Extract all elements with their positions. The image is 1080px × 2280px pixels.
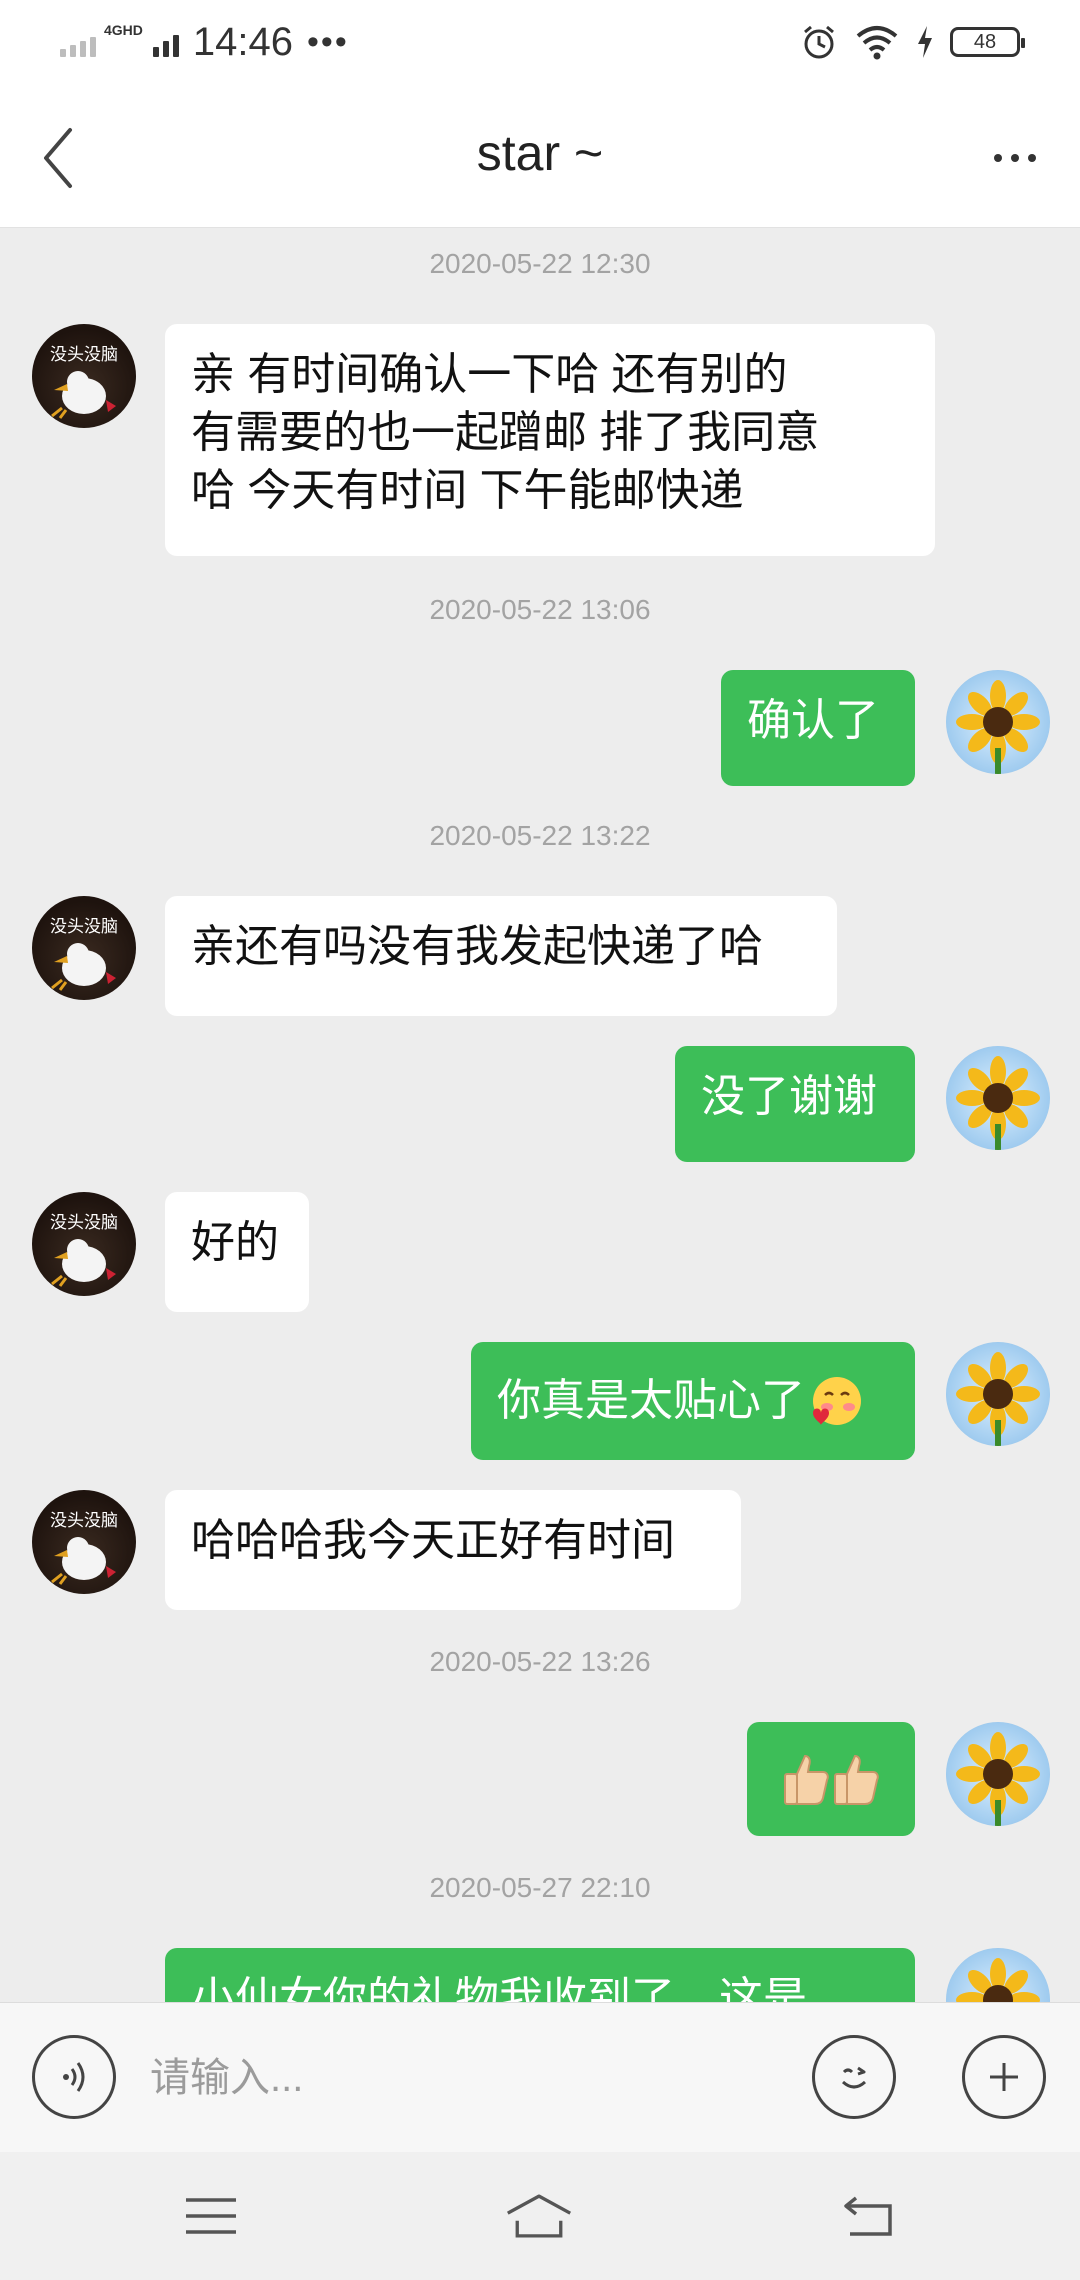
message-line: 哈 今天有时间 下午能邮快递 xyxy=(191,466,744,515)
return-icon xyxy=(844,2196,892,2236)
incoming-message[interactable]: 哈哈哈我今天正好有时间 xyxy=(165,1490,741,1610)
incoming-message[interactable]: 亲还有吗没有我发起快递了哈 xyxy=(165,896,837,1016)
blush-heart-emoji-icon xyxy=(813,1377,861,1425)
duck-avatar-icon xyxy=(51,371,116,419)
message-text: 你真是太贴心了 xyxy=(497,1376,805,1425)
more-dot-icon xyxy=(1011,154,1019,162)
menu-icon xyxy=(186,2198,236,2234)
sunflower-avatar-icon xyxy=(956,1056,1040,1150)
message-line: 亲 有时间确认一下哈 还有别的 xyxy=(191,350,788,399)
status-bar: 4GHD 14:46 ••• 48 xyxy=(0,0,1080,84)
duck-avatar-icon xyxy=(51,1537,116,1585)
timestamp: 2020-05-27 22:10 xyxy=(429,1872,651,1903)
my-avatar[interactable] xyxy=(946,1342,1050,1446)
contact-avatar[interactable]: 没头没脑 xyxy=(32,1192,136,1296)
outgoing-message[interactable]: 你真是太贴心了 xyxy=(471,1342,915,1460)
my-avatar[interactable] xyxy=(946,1046,1050,1150)
my-avatar[interactable] xyxy=(946,1722,1050,1826)
home-icon xyxy=(506,2194,572,2238)
timestamp: 2020-05-22 13:06 xyxy=(429,594,651,625)
wifi-icon xyxy=(856,26,898,60)
battery-icon: 48 xyxy=(950,27,1025,57)
voice-icon xyxy=(63,2062,85,2092)
thumbs-up-emoji-icon xyxy=(834,1754,879,1805)
nav-back-button[interactable] xyxy=(834,2186,904,2246)
message-list[interactable]: 2020-05-22 12:30 没头没脑 亲 有时间确认一下哈 还有别的 有需… xyxy=(0,228,1080,2002)
timestamp: 2020-05-22 13:22 xyxy=(429,820,651,851)
add-button[interactable] xyxy=(962,2035,1046,2119)
thumbs-up-emoji-icon xyxy=(784,1754,829,1805)
smiley-icon xyxy=(841,2066,867,2089)
nav-home-button[interactable] xyxy=(504,2186,574,2246)
sunflower-avatar-icon xyxy=(956,680,1040,774)
contact-avatar[interactable]: 没头没脑 xyxy=(32,324,136,428)
contact-avatar[interactable]: 没头没脑 xyxy=(32,1490,136,1594)
sunflower-avatar-icon xyxy=(956,1352,1040,1446)
composer-bar xyxy=(0,2002,1080,2152)
my-avatar[interactable] xyxy=(946,670,1050,774)
system-nav-bar xyxy=(0,2152,1080,2280)
emoji-button[interactable] xyxy=(812,2035,896,2119)
my-avatar[interactable] xyxy=(946,1948,1050,2002)
incoming-message[interactable]: 亲 有时间确认一下哈 还有别的 有需要的也一起蹭邮 排了我同意 哈 今天有时间 … xyxy=(165,324,935,556)
outgoing-message[interactable]: 确认了 xyxy=(721,670,915,786)
charging-icon xyxy=(918,26,932,58)
network-type: 4GHD xyxy=(104,22,143,38)
signal-2-icon xyxy=(152,27,179,57)
plus-icon xyxy=(990,2063,1018,2091)
page-title: star ~ xyxy=(476,125,604,181)
alarm-icon xyxy=(804,25,834,59)
notification-more: ••• xyxy=(307,22,349,61)
clock: 14:46 xyxy=(192,19,294,64)
timestamp: 2020-05-22 13:26 xyxy=(429,1646,651,1677)
message-input[interactable] xyxy=(150,2043,770,2113)
incoming-message[interactable]: 好的 xyxy=(165,1192,309,1312)
outgoing-message[interactable]: 没了谢谢 xyxy=(675,1046,915,1162)
outgoing-message[interactable] xyxy=(747,1722,915,1836)
signal-1-icon xyxy=(60,27,96,57)
sunflower-avatar-icon xyxy=(956,1958,1040,2002)
contact-avatar[interactable]: 没头没脑 xyxy=(32,896,136,1000)
chat-header: star ~ xyxy=(0,84,1080,228)
more-button[interactable] xyxy=(980,118,1050,198)
more-dot-icon xyxy=(994,154,1002,162)
sunflower-avatar-icon xyxy=(956,1732,1040,1826)
message-line: 有需要的也一起蹭邮 排了我同意 xyxy=(191,408,820,457)
nav-menu-button[interactable] xyxy=(176,2186,246,2246)
timestamp: 2020-05-22 12:30 xyxy=(429,248,651,279)
duck-avatar-icon xyxy=(51,1239,116,1287)
more-dot-icon xyxy=(1028,154,1036,162)
battery-level: 48 xyxy=(973,30,997,53)
outgoing-message[interactable]: 小仙女你的礼物我收到了，这是 xyxy=(165,1948,915,2002)
duck-avatar-icon xyxy=(51,943,116,991)
voice-button[interactable] xyxy=(32,2035,116,2119)
